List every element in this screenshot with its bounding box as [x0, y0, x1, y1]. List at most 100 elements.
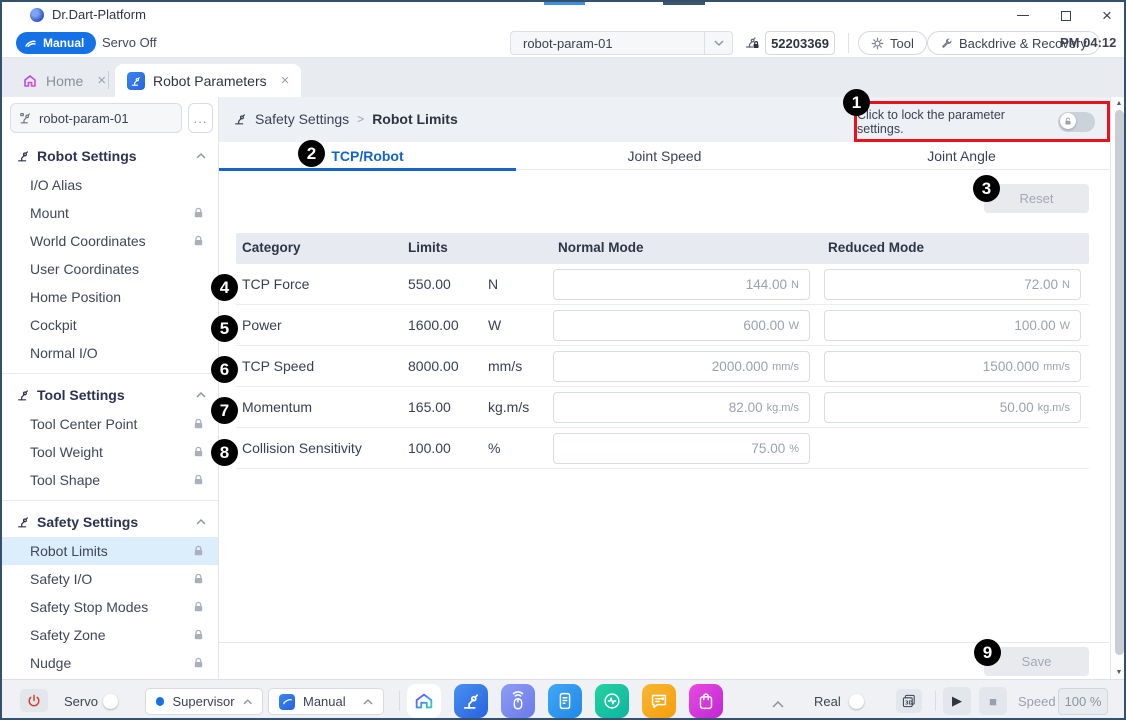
section-title: Robot Settings — [37, 148, 196, 164]
annotation-badge-4: 4 — [211, 274, 238, 301]
normal-mode-input[interactable]: 75.00% — [553, 433, 810, 464]
sidebar-item-normal-io[interactable]: Normal I/O — [2, 339, 218, 367]
power-button[interactable] — [20, 689, 48, 712]
section-tool-settings[interactable]: Tool Settings — [2, 380, 218, 410]
normal-mode-input[interactable]: 600.00W — [553, 310, 810, 341]
scroll-up-icon[interactable]: ▲ — [1111, 100, 1126, 107]
sidebar: robot-param-01 ... Robot Settings I/O Al… — [2, 97, 219, 679]
tool-button[interactable]: Tool — [858, 31, 927, 55]
operation-mode-select[interactable]: Manual — [268, 688, 384, 715]
tab-tcp-robot-label: TCP/Robot — [331, 148, 403, 164]
reduced-mode-unit: kg.m/s — [1038, 402, 1070, 414]
play-button[interactable]: ▶ — [943, 687, 971, 715]
breadcrumb-separator: > — [357, 112, 364, 126]
operation-mode-icon — [279, 694, 295, 710]
item-label: Tool Shape — [30, 472, 193, 488]
tab-robot-parameters[interactable]: Robot Parameters × — [115, 64, 301, 97]
sidebar-item-tool-shape[interactable]: Tool Shape — [2, 466, 218, 494]
item-label: Mount — [30, 205, 193, 221]
stop-button[interactable]: ■ — [979, 687, 1007, 715]
tab-robot-parameters-close-icon[interactable]: × — [281, 72, 290, 89]
normal-mode-input[interactable]: 144.00N — [553, 269, 810, 300]
close-button[interactable]: × — [1087, 2, 1126, 29]
dock-message-app-icon[interactable] — [642, 684, 676, 718]
lock-settings-message: Click to lock the parameter settings. — [857, 108, 1049, 136]
svg-text:3D: 3D — [905, 701, 914, 707]
simulation-3d-button[interactable]: 3D — [896, 689, 922, 713]
manual-mode-button[interactable]: Manual — [16, 32, 96, 54]
sidebar-item-user-coordinates[interactable]: User Coordinates — [2, 255, 218, 283]
item-label: User Coordinates — [30, 261, 204, 277]
section-robot-settings[interactable]: Robot Settings — [2, 141, 218, 171]
lock-icon — [193, 474, 204, 486]
sidebar-item-robot-limits[interactable]: Robot Limits — [2, 537, 218, 565]
dock-remote-control-app-icon[interactable] — [501, 684, 535, 718]
maximize-button[interactable] — [1046, 2, 1086, 29]
minimize-button[interactable] — [1003, 2, 1043, 29]
dock-collapse-icon[interactable] — [772, 695, 784, 713]
sidebar-item-home-position[interactable]: Home Position — [2, 283, 218, 311]
sidebar-item-tool-center-point[interactable]: Tool Center Point — [2, 410, 218, 438]
limit-unit: mm/s — [488, 358, 522, 374]
scroll-down-icon[interactable]: ▼ — [1111, 669, 1126, 676]
normal-mode-input[interactable]: 82.00kg.m/s — [553, 392, 810, 423]
reduced-mode-unit: mm/s — [1043, 361, 1070, 373]
sidebar-item-io-alias[interactable]: I/O Alias — [2, 171, 218, 199]
tab-tcp-robot[interactable]: TCP/Robot — [219, 142, 516, 170]
normal-mode-value: 82.00 — [729, 400, 763, 415]
sidebar-item-tool-weight[interactable]: Tool Weight — [2, 438, 218, 466]
vertical-scrollbar[interactable]: ▲ ▼ — [1110, 97, 1126, 679]
tab-home[interactable]: Home × — [10, 64, 118, 97]
tab-home-label: Home — [46, 73, 83, 89]
sidebar-item-nudge[interactable]: Nudge — [2, 649, 218, 677]
item-label: Tool Center Point — [30, 416, 193, 432]
scrollbar-thumb[interactable] — [1115, 110, 1124, 655]
section-divider — [2, 500, 218, 501]
lock-settings-toggle[interactable] — [1058, 112, 1095, 132]
param-more-button[interactable]: ... — [188, 103, 213, 133]
tab-home-close-icon[interactable]: × — [97, 72, 106, 89]
dock-robot-settings-app-icon[interactable] — [454, 684, 488, 718]
robot-param-select-value: robot-param-01 — [511, 36, 704, 51]
tab-joint-speed[interactable]: Joint Speed — [516, 142, 813, 170]
item-label: Nudge — [30, 655, 193, 671]
param-name-input[interactable]: robot-param-01 — [10, 103, 182, 133]
tab-joint-angle[interactable]: Joint Angle — [813, 142, 1110, 170]
normal-mode-value: 75.00 — [751, 441, 785, 456]
item-label: I/O Alias — [30, 177, 204, 193]
tab-joint-speed-label: Joint Speed — [628, 148, 702, 164]
reduced-mode-input[interactable]: 100.00W — [824, 310, 1081, 341]
dock-task-document-app-icon[interactable] — [548, 684, 582, 718]
speed-label: Speed — [1018, 694, 1056, 709]
sidebar-item-safety-stop-modes[interactable]: Safety Stop Modes — [2, 593, 218, 621]
document-tab-strip: Home × Robot Parameters × — [2, 58, 1124, 97]
item-label: Safety I/O — [30, 571, 193, 587]
sidebar-item-safety-zone[interactable]: Safety Zone — [2, 621, 218, 649]
reduced-mode-input[interactable]: 72.00N — [824, 269, 1081, 300]
speed-value[interactable]: 100 % — [1058, 688, 1108, 715]
robot-param-select[interactable]: robot-param-01 — [510, 31, 733, 55]
reduced-mode-value: 50.00 — [1000, 400, 1034, 415]
tab-joint-angle-label: Joint Angle — [927, 148, 996, 164]
dock-store-app-icon[interactable] — [689, 684, 723, 718]
window-title: Dr.Dart-Platform — [52, 7, 146, 22]
sidebar-item-safety-io[interactable]: Safety I/O — [2, 565, 218, 593]
section-safety-settings[interactable]: Safety Settings — [2, 507, 218, 537]
sidebar-item-mount[interactable]: Mount — [2, 199, 218, 227]
sidebar-item-cockpit[interactable]: Cockpit — [2, 311, 218, 339]
normal-mode-unit: N — [791, 279, 799, 291]
footer-divider — [219, 642, 1109, 643]
reduced-mode-input[interactable]: 1500.000mm/s — [824, 351, 1081, 382]
dock-home-app-icon[interactable] — [407, 684, 441, 718]
annotation-badge-9: 9 — [974, 639, 1001, 666]
normal-mode-value: 2000.000 — [712, 359, 768, 374]
dock-monitoring-app-icon[interactable] — [595, 684, 629, 718]
user-role-value: Supervisor — [172, 694, 234, 709]
normal-mode-input[interactable]: 2000.000mm/s — [553, 351, 810, 382]
reduced-mode-input[interactable]: 50.00 kg.m/s — [824, 392, 1081, 423]
item-label: Home Position — [30, 289, 204, 305]
breadcrumb-parent[interactable]: Safety Settings — [255, 111, 349, 127]
sidebar-item-world-coordinates[interactable]: World Coordinates — [2, 227, 218, 255]
title-bar: Dr.Dart-Platform × — [2, 2, 1124, 29]
user-role-select[interactable]: Supervisor — [145, 688, 263, 715]
